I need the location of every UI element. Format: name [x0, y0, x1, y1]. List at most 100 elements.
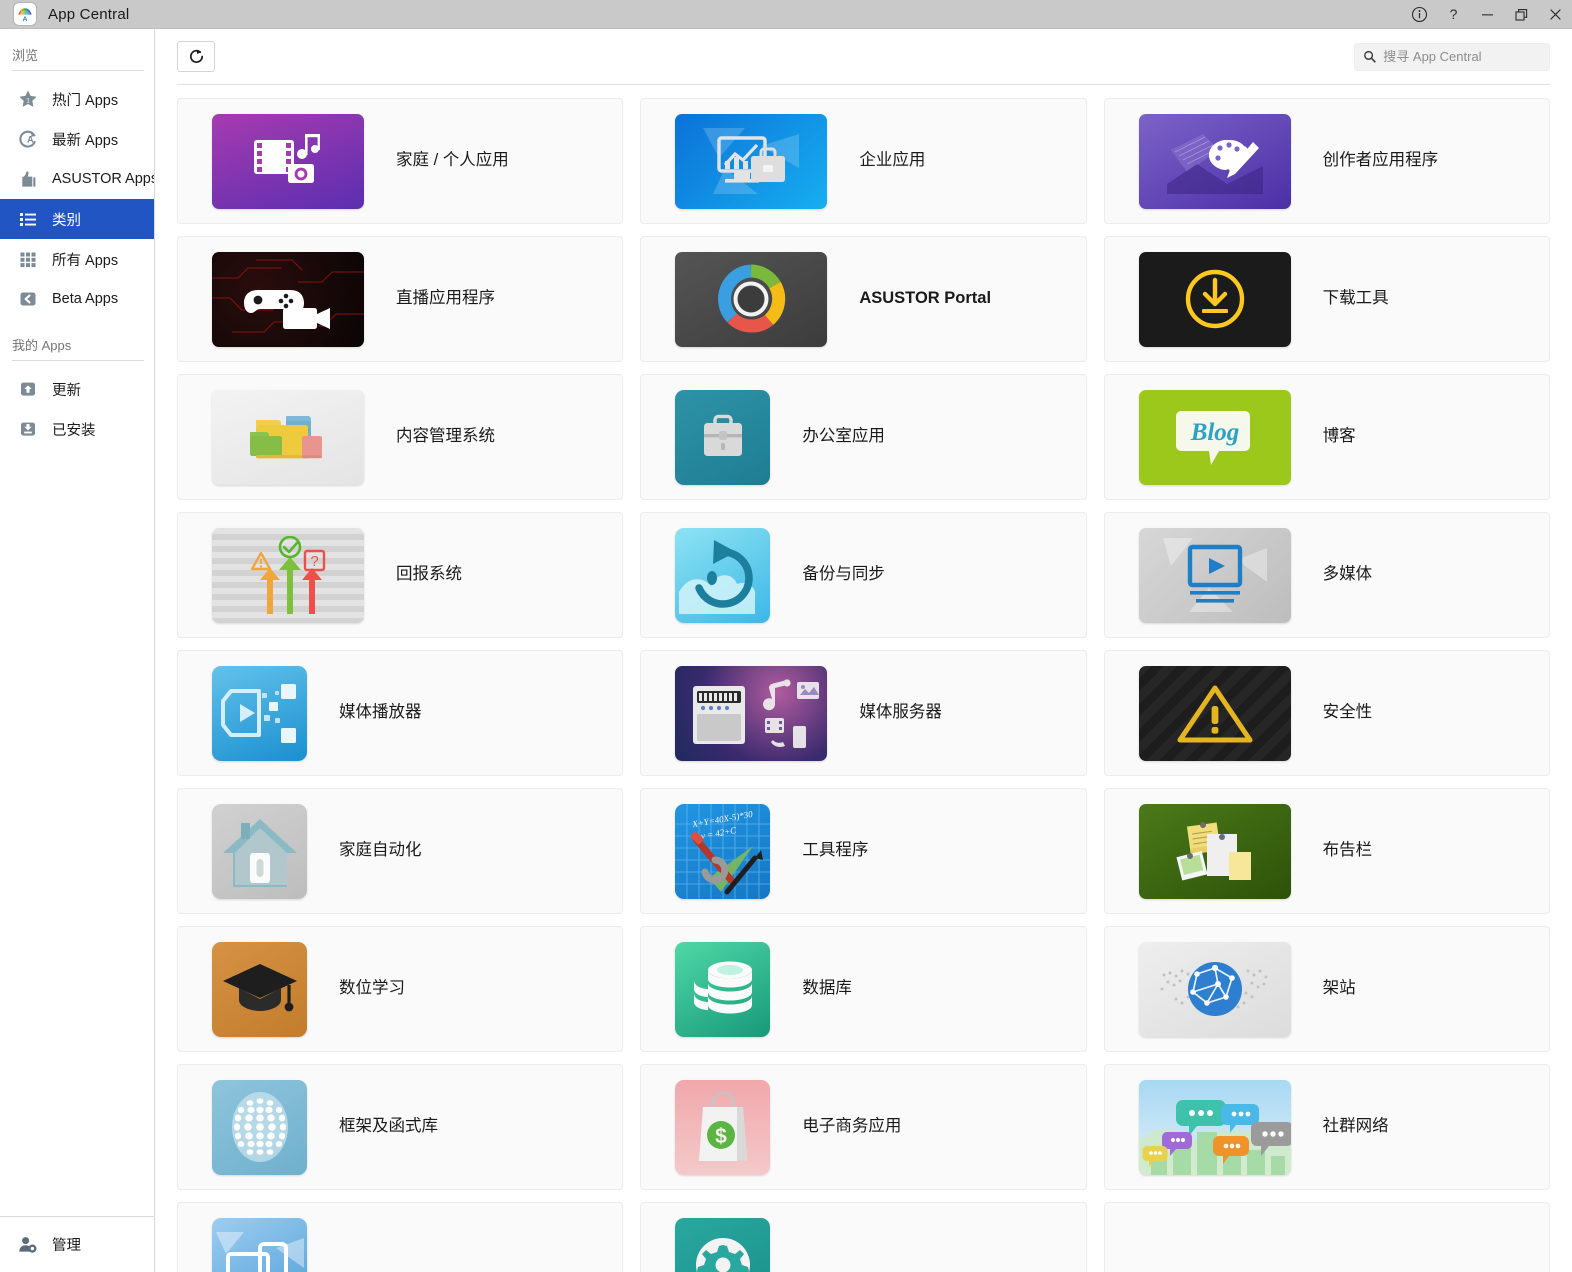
window-controls: ?: [1402, 0, 1572, 29]
category-card-report[interactable]: ? 回报系统: [177, 512, 624, 639]
app-shell: 浏览 1 热门 Apps A 最新 Apps ASUSTOR Apps 类别 所…: [0, 29, 1572, 1272]
info-button[interactable]: [1402, 0, 1436, 29]
category-card-creator[interactable]: 创作者应用程序: [1103, 98, 1550, 225]
svg-text:?: ?: [310, 553, 318, 570]
category-card-cms[interactable]: 内容管理系统: [177, 374, 624, 501]
category-card-backup-sync[interactable]: 备份与同步: [640, 512, 1087, 639]
window-title: App Central: [48, 5, 130, 23]
star-icon: 1: [16, 87, 40, 111]
sidebar-scroll: 浏览 1 热门 Apps A 最新 Apps ASUSTOR Apps 类别 所…: [0, 29, 154, 1216]
category-card-ecommerce[interactable]: $ 电子商务应用: [640, 1064, 1087, 1191]
sidebar-item-label: 热门 Apps: [52, 92, 119, 109]
sidebar-item-label: Beta Apps: [52, 291, 119, 307]
question-mark-icon: ?: [1449, 6, 1457, 22]
restore-icon: [1514, 9, 1527, 21]
sidebar-item-management[interactable]: 管理: [0, 1216, 154, 1272]
utilities-icon: X+Y=40X-5)*30 v = 42+C: [675, 803, 771, 899]
category-card-download-tools[interactable]: 下载工具: [1103, 236, 1550, 363]
svg-text:?: ?: [1449, 6, 1457, 22]
sidebar-footer-label: 管理: [52, 1238, 81, 1254]
sidebar-item-updates[interactable]: 更新: [0, 369, 154, 409]
sidebar-item-installed[interactable]: 已安装: [0, 409, 154, 449]
category-label: 博客: [1322, 427, 1356, 446]
category-card-website[interactable]: 架站: [1103, 926, 1550, 1053]
sidebar-item-popular-apps[interactable]: 1 热门 Apps: [0, 79, 154, 119]
category-label: 直播应用程序: [396, 289, 495, 308]
category-card-database[interactable]: 数据库: [640, 926, 1087, 1053]
sidebar-item-label: 类别: [52, 212, 81, 229]
sidebar-item-all-apps[interactable]: 所有 Apps: [0, 239, 154, 279]
sidebar-item-categories[interactable]: 类别: [0, 199, 154, 239]
category-label: 数据库: [802, 979, 852, 998]
help-button[interactable]: ?: [1436, 0, 1470, 29]
blog-icon: Blog: [1138, 389, 1291, 485]
category-label: 下载工具: [1322, 289, 1389, 308]
category-label: 电子商务应用: [802, 1117, 902, 1136]
sidebar-heading-my-apps: 我的 Apps: [12, 338, 72, 353]
category-card-multimedia[interactable]: 多媒体: [1103, 512, 1550, 639]
category-card-bulletin-board[interactable]: 布告栏: [1103, 788, 1550, 915]
home-automation-icon: [212, 803, 307, 899]
content-toolbar: [155, 29, 1572, 84]
category-card-media-server[interactable]: 媒体服务器: [640, 650, 1087, 777]
category-card-blog[interactable]: Blog 博客: [1103, 374, 1550, 501]
category-card-media-player[interactable]: 媒体播放器: [177, 650, 624, 777]
search-input[interactable]: [1383, 49, 1541, 65]
refresh-icon: [189, 49, 203, 64]
user-gear-icon: [16, 1233, 40, 1257]
search-icon: [1364, 51, 1376, 63]
category-card-home-automation[interactable]: 家庭自动化: [177, 788, 624, 915]
security-icon: [1138, 665, 1291, 761]
chevron-left-icon: [16, 287, 40, 311]
svg-text:Blog: Blog: [1189, 419, 1239, 446]
category-card-home-personal[interactable]: 家庭 / 个人应用: [177, 98, 624, 225]
category-card-partial-1[interactable]: [177, 1202, 624, 1272]
category-label: 框架及函式库: [339, 1117, 438, 1136]
category-card-live-stream[interactable]: 直播应用程序: [177, 236, 624, 363]
category-label: 创作者应用程序: [1322, 151, 1439, 170]
partial-teal-icon: [675, 1217, 771, 1272]
e-learning-icon: [212, 941, 307, 1037]
report-icon: ?: [212, 527, 364, 623]
database-icon: [675, 941, 771, 1037]
sidebar-item-latest-apps[interactable]: A 最新 Apps: [0, 119, 154, 159]
restore-button[interactable]: [1504, 0, 1538, 29]
refresh-button[interactable]: [177, 41, 215, 73]
category-card-business[interactable]: 企业应用: [640, 98, 1087, 225]
category-label: 社群网络: [1322, 1117, 1389, 1136]
social-network-icon: [1138, 1079, 1291, 1175]
backup-sync-icon: [675, 527, 771, 623]
category-card-security[interactable]: 安全性: [1103, 650, 1550, 777]
website-icon: [1138, 941, 1291, 1037]
minimize-button[interactable]: [1470, 0, 1504, 29]
cms-icon: [212, 389, 364, 485]
sidebar-item-beta-apps[interactable]: Beta Apps: [0, 279, 154, 319]
framework-icon: [212, 1079, 307, 1175]
app-central-icon: A: [14, 3, 36, 25]
category-label: 架站: [1322, 979, 1356, 998]
list-icon: [16, 207, 40, 231]
thumbs-up-icon: [16, 167, 40, 191]
minimize-icon: [1481, 14, 1493, 16]
categories-scroll-area[interactable]: 家庭 / 个人应用 企业应用 创作者应用程序 直播应用程序 ASUSTOR Po…: [155, 85, 1572, 1272]
sidebar-item-label: 所有 Apps: [52, 252, 119, 269]
window-titlebar: A App Central ?: [0, 0, 1572, 29]
category-label: 备份与同步: [802, 565, 885, 584]
category-card-elearning[interactable]: 数位学习: [177, 926, 624, 1053]
sidebar-heading-browse: 浏览: [12, 48, 39, 63]
category-card-framework[interactable]: 框架及函式库: [177, 1064, 624, 1191]
category-label: 媒体服务器: [859, 703, 942, 722]
bulletin-board-icon: [1138, 803, 1291, 899]
close-icon: [1549, 9, 1561, 20]
close-button[interactable]: [1538, 0, 1572, 29]
category-card-office[interactable]: 办公室应用: [640, 374, 1087, 501]
search-box[interactable]: [1354, 42, 1550, 71]
svg-text:v = 42+C: v = 42+C: [700, 825, 738, 841]
category-card-utilities[interactable]: X+Y=40X-5)*30 v = 42+C 工具程序: [640, 788, 1087, 915]
category-card-social-network[interactable]: 社群网络: [1103, 1064, 1550, 1191]
category-card-asustor-portal[interactable]: ASUSTOR Portal: [640, 236, 1087, 363]
sidebar-item-asustor-apps[interactable]: ASUSTOR Apps: [0, 159, 154, 199]
category-card-partial-2[interactable]: [640, 1202, 1087, 1272]
partial-blue-icon: [212, 1217, 307, 1272]
category-card-partial-3[interactable]: [1103, 1202, 1550, 1272]
